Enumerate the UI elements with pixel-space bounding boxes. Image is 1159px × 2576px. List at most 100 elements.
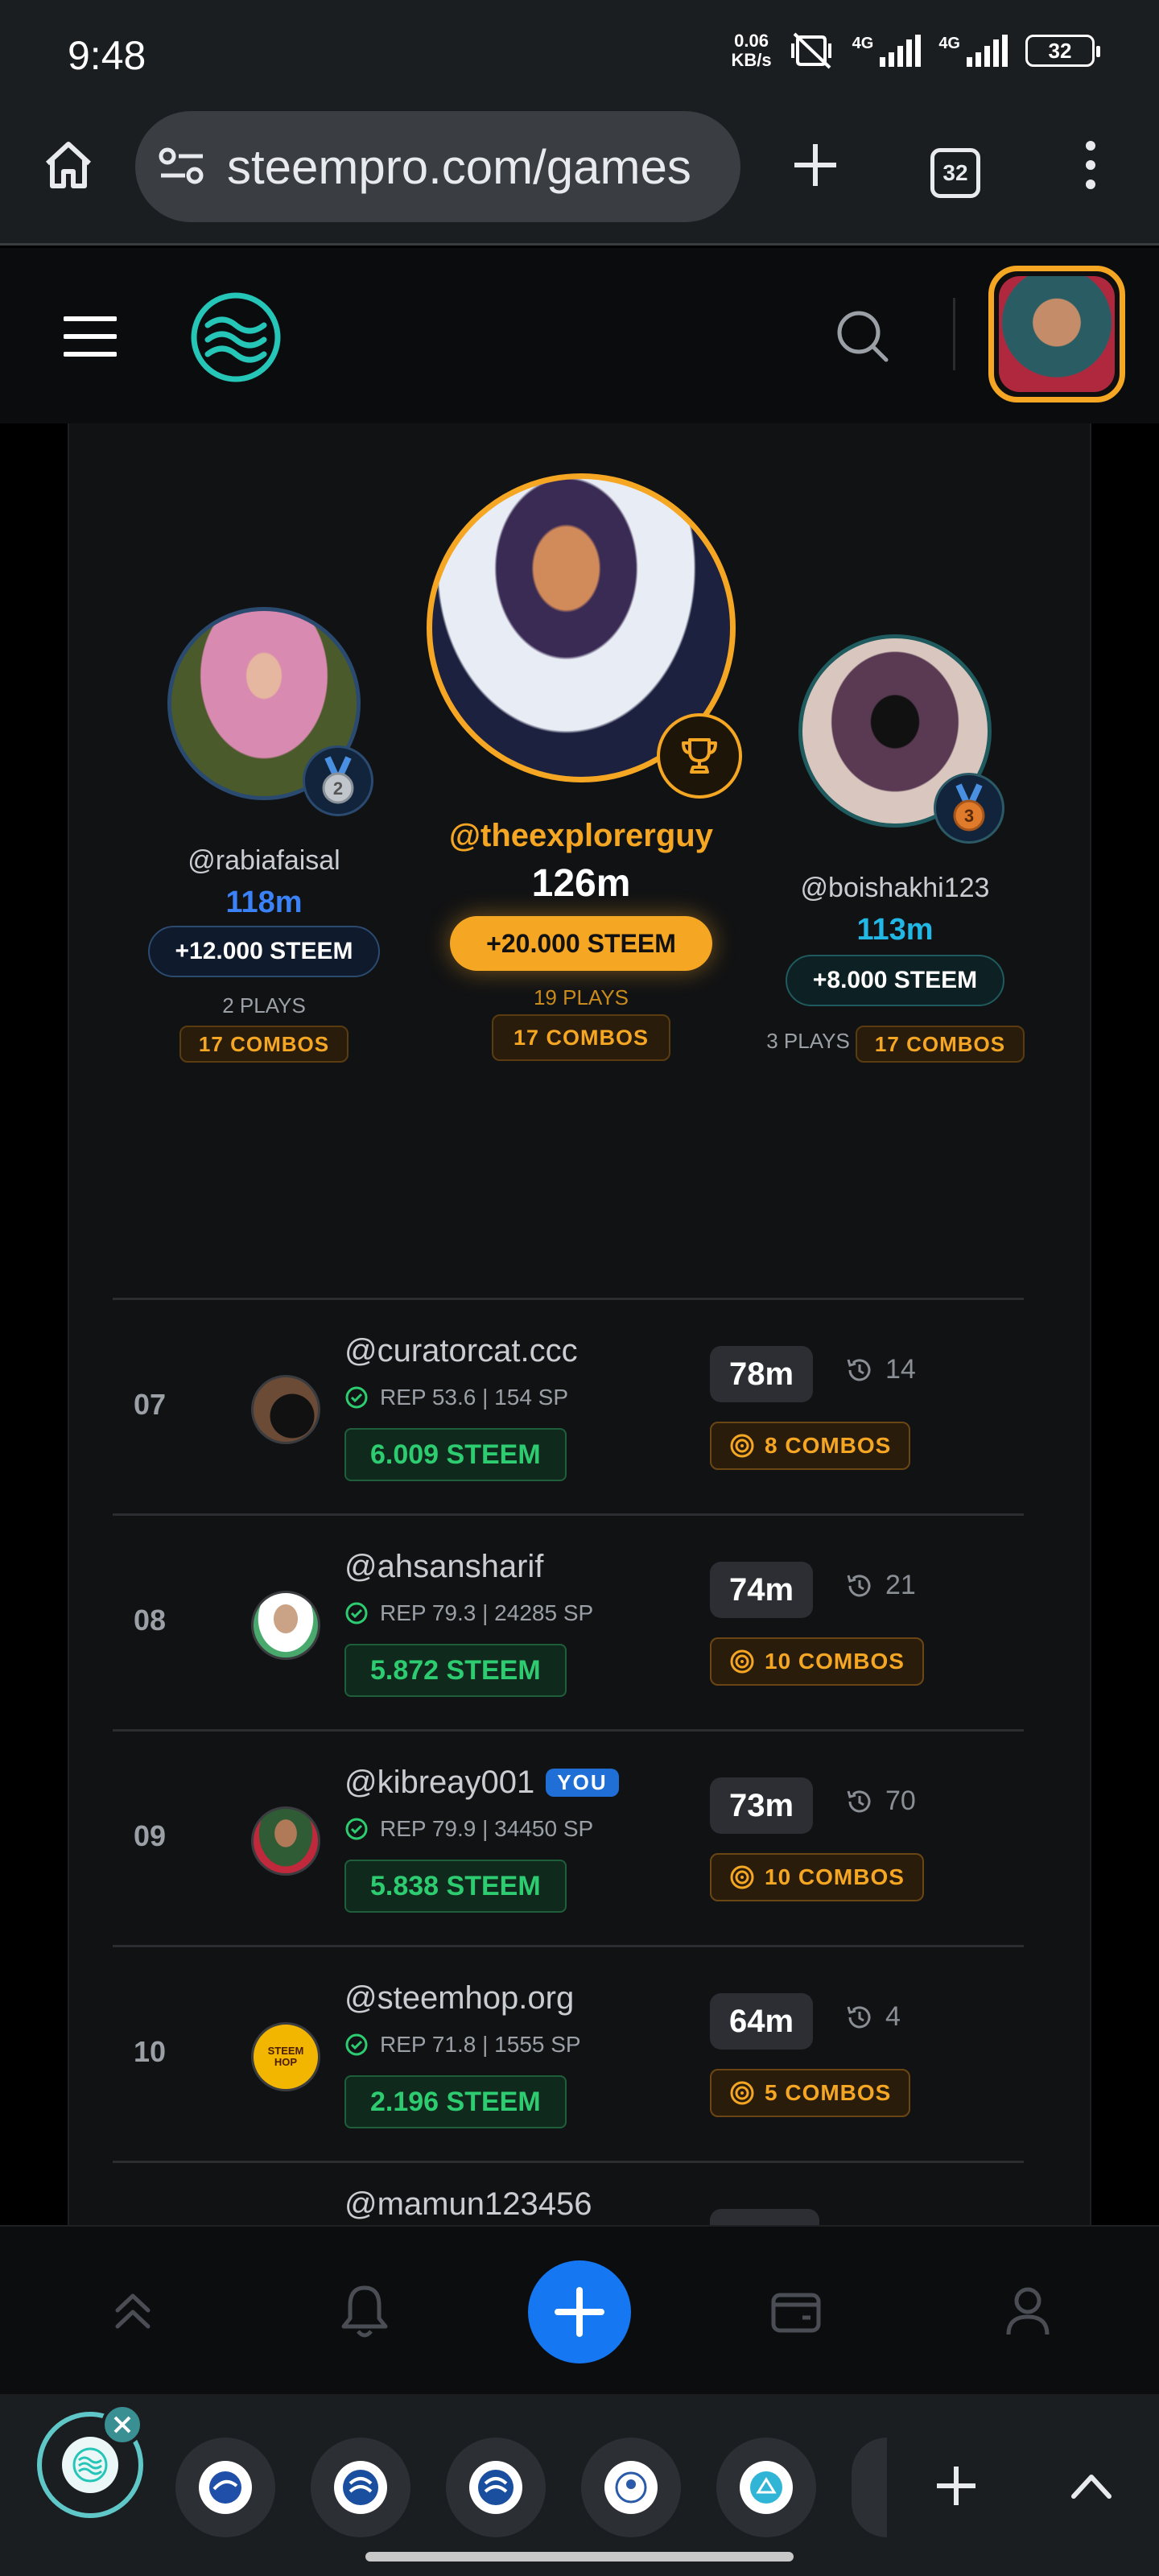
target-icon bbox=[730, 1865, 754, 1889]
podium-third-reward: +8.000 STEEM bbox=[786, 955, 1004, 1006]
podium-third-combos: 17 COMBOS bbox=[856, 1026, 1025, 1063]
search-icon bbox=[837, 311, 889, 362]
history-icon bbox=[847, 1790, 871, 1812]
podium-third-plays: 3 PLAYS bbox=[766, 1029, 850, 1053]
browser-menu-button[interactable] bbox=[1062, 129, 1119, 201]
avatar[interactable] bbox=[251, 1591, 320, 1660]
steem-icon bbox=[343, 2470, 378, 2505]
home-icon bbox=[45, 142, 92, 188]
close-tab-button[interactable] bbox=[101, 2404, 143, 2446]
tab-thumbnail[interactable] bbox=[446, 2438, 546, 2537]
podium-first-reward: +20.000 STEEM bbox=[450, 916, 712, 971]
row-username-text[interactable]: @mamun123456 bbox=[344, 2186, 592, 2223]
expand-tab-strip-button[interactable] bbox=[1058, 2452, 1125, 2520]
close-icon bbox=[113, 2416, 131, 2434]
row-rep-text: REP 53.6 | 154 SP bbox=[380, 1385, 569, 1410]
row-plays: 70 bbox=[845, 1785, 916, 1817]
podium-first-username[interactable]: @theexplorerguy bbox=[449, 818, 713, 854]
row-plays-count: 4 bbox=[885, 2001, 901, 2032]
search-button[interactable] bbox=[829, 303, 897, 370]
tab-switcher-button[interactable]: 32 bbox=[919, 137, 992, 209]
bell-icon bbox=[341, 2285, 388, 2338]
create-post-button[interactable] bbox=[528, 2260, 631, 2363]
leaderboard-row[interactable]: 10 STEEM HOP @steemhop.org REP 71.8 | 15… bbox=[113, 1948, 1024, 2161]
wallet-button[interactable] bbox=[760, 2275, 832, 2347]
row-rank: 08 bbox=[134, 1604, 167, 1637]
row-username-text[interactable]: @kibreay001 bbox=[344, 1765, 534, 1801]
row-username-text[interactable]: @steemhop.org bbox=[344, 1980, 574, 2017]
row-username-text[interactable]: @curatorcat.ccc bbox=[344, 1333, 578, 1369]
status-time: 9:48 bbox=[68, 33, 146, 78]
tab-thumbnail[interactable] bbox=[581, 2438, 681, 2537]
new-tab-button[interactable] bbox=[779, 129, 852, 201]
leaderboard-row-current-user[interactable]: 09 @kibreay001 YOU REP 79.9 | 34450 SP 5… bbox=[113, 1732, 1024, 1945]
tab-thumbnail[interactable] bbox=[311, 2438, 410, 2537]
tab-strip-new-tab-button[interactable] bbox=[922, 2452, 990, 2520]
home-button[interactable] bbox=[32, 129, 105, 201]
notifications-button[interactable] bbox=[328, 2275, 401, 2347]
row-reputation: REP 79.9 | 34450 SP bbox=[344, 1816, 593, 1842]
target-icon bbox=[730, 1434, 754, 1458]
verified-check-icon bbox=[345, 1818, 368, 1840]
avatar[interactable]: STEEM HOP bbox=[251, 2022, 320, 2091]
row-distance: 74m bbox=[710, 1562, 814, 1618]
steempro-logo[interactable] bbox=[190, 291, 282, 383]
row-combos: 10 COMBOS bbox=[710, 1637, 924, 1686]
hamburger-menu-button[interactable] bbox=[56, 303, 124, 370]
bottom-navigation bbox=[0, 2225, 1159, 2394]
user-icon bbox=[1006, 2287, 1050, 2335]
row-username[interactable]: @ahsansharif bbox=[344, 1549, 543, 1585]
podium-second-combos: 17 COMBOS bbox=[179, 1026, 349, 1063]
avatar[interactable] bbox=[251, 1375, 320, 1444]
podium-second-username[interactable]: @rabiafaisal bbox=[188, 845, 340, 877]
row-username[interactable]: @kibreay001 YOU bbox=[344, 1765, 619, 1801]
site-favicon bbox=[604, 2461, 658, 2514]
menu-icon bbox=[64, 316, 117, 357]
row-plays: 14 bbox=[845, 1354, 916, 1385]
row-divider bbox=[113, 1513, 1024, 1516]
verified-check-icon bbox=[345, 1602, 368, 1624]
row-distance-partial bbox=[710, 2209, 819, 2225]
row-username[interactable]: @curatorcat.ccc bbox=[344, 1333, 578, 1369]
plus-icon bbox=[937, 2467, 975, 2505]
row-combos: 5 COMBOS bbox=[710, 2069, 911, 2117]
address-bar[interactable]: steempro.com/games bbox=[135, 111, 740, 222]
steemit-favicon bbox=[334, 2461, 387, 2514]
profile-button[interactable] bbox=[992, 2275, 1064, 2347]
header-divider bbox=[953, 298, 955, 370]
browser-toolbar: steempro.com/games 32 bbox=[0, 105, 1159, 246]
avatar[interactable] bbox=[251, 1806, 320, 1876]
bronze-medal-icon: 3 bbox=[953, 783, 985, 832]
row-divider bbox=[113, 1729, 1024, 1732]
row-combos: 10 COMBOS bbox=[710, 1853, 924, 1901]
row-username[interactable]: @steemhop.org bbox=[344, 1980, 574, 2017]
row-reputation: REP 53.6 | 154 SP bbox=[344, 1385, 568, 1410]
steempro-logo-icon bbox=[191, 292, 281, 382]
row-plays-count: 21 bbox=[885, 1570, 916, 1600]
url-text[interactable]: steempro.com/games bbox=[227, 139, 691, 195]
leaderboard-row[interactable]: 07 @curatorcat.ccc REP 53.6 | 154 SP 6.0… bbox=[113, 1301, 1024, 1513]
leaderboard-row[interactable]: 08 @ahsansharif REP 79.3 | 24285 SP 5.87… bbox=[113, 1517, 1024, 1729]
row-username-text[interactable]: @ahsansharif bbox=[344, 1549, 543, 1585]
steem-icon bbox=[478, 2470, 514, 2505]
row-distance: 64m bbox=[710, 1993, 814, 2050]
home-indicator[interactable] bbox=[365, 2552, 794, 2562]
tab-thumbnail[interactable] bbox=[175, 2438, 275, 2537]
steempro-favicon bbox=[62, 2437, 118, 2493]
site-header bbox=[0, 248, 1159, 423]
row-combos-text: 10 COMBOS bbox=[765, 1649, 905, 1674]
row-username[interactable]: @mamun123456 bbox=[344, 2186, 592, 2223]
chevron-up-icon bbox=[1071, 2475, 1112, 2499]
podium-second-reward: +12.000 STEEM bbox=[148, 926, 380, 977]
tab-thumbnail-partial[interactable] bbox=[852, 2438, 887, 2537]
profile-avatar-button[interactable] bbox=[988, 266, 1125, 402]
verified-check-icon bbox=[345, 2033, 368, 2056]
leaderboard-row-partial[interactable]: @mamun123456 bbox=[113, 2164, 1024, 2225]
battery-indicator: 32 bbox=[1025, 35, 1100, 67]
scroll-top-button[interactable] bbox=[97, 2275, 169, 2347]
site-settings-icon[interactable] bbox=[158, 147, 206, 187]
tab-thumbnail[interactable] bbox=[716, 2438, 816, 2537]
row-steem-reward: 2.196 STEEM bbox=[344, 2075, 567, 2128]
podium-third-username[interactable]: @boishakhi123 bbox=[801, 873, 990, 904]
steemit-favicon bbox=[469, 2461, 522, 2514]
